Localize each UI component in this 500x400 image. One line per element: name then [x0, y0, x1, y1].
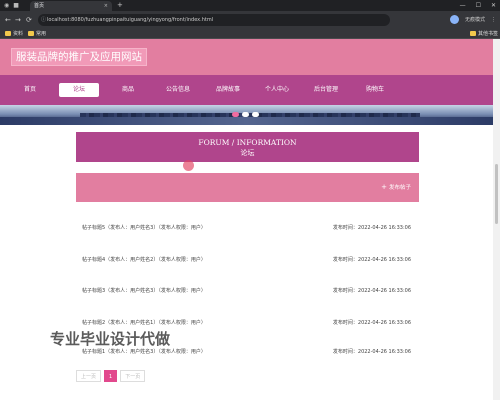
menu-icon[interactable]: ⋮ — [491, 17, 496, 23]
post-time: 发布时间：2022-04-26 16:33:06 — [332, 257, 411, 263]
post-time: 发布时间：2022-04-26 16:33:06 — [332, 225, 411, 231]
nav-brand-story[interactable]: 品牌故事 — [216, 75, 240, 105]
forum-post-row[interactable]: 帖子标题5（发布人：用户姓名3）（发布人权限：用户） 发布时间：2022-04-… — [76, 222, 419, 234]
profile-avatar[interactable] — [449, 15, 459, 24]
carousel-indicators — [232, 112, 259, 117]
tab-strip-icons: ◉ ■ — [4, 2, 19, 9]
profile-label[interactable]: 无痕模式 — [465, 16, 485, 23]
watermark-text: 专业毕业设计代做 — [50, 330, 171, 348]
nav-home[interactable]: 首页 — [24, 75, 36, 105]
publish-post-button[interactable]: + 发布帖子 — [381, 183, 411, 191]
bookmark-folder-2[interactable]: 常用 — [28, 29, 46, 39]
site-title: 服装品牌的推广及应用网站 — [11, 48, 147, 66]
address-bar-row: ← → ⟳ ⓘ localhost:8080/fuzhuangpinpaitui… — [0, 11, 500, 29]
new-tab-button[interactable]: + — [117, 1, 123, 10]
nav-admin[interactable]: 后台管理 — [314, 75, 338, 105]
maximize-icon[interactable]: ☐ — [476, 1, 481, 10]
bookmarks-bar: 资料 常用 其他书签 — [0, 29, 500, 39]
browser-tabbar: ◉ ■ 首页 × + — ☐ ✕ — [0, 0, 500, 11]
url-input[interactable]: ⓘ localhost:8080/fuzhuangpinpaituiguang/… — [38, 14, 390, 26]
main-nav: 首页 论坛 商品 公告信息 品牌故事 个人中心 后台管理 购物车 — [0, 75, 493, 105]
post-title[interactable]: 帖子标题4（发布人：用户姓名2）（发布人权限：用户） — [82, 254, 206, 266]
site-header: 服装品牌的推广及应用网站 — [0, 39, 493, 75]
forum-title-cn: 论坛 — [240, 149, 255, 157]
prev-page-button[interactable]: 上一页 — [76, 370, 102, 382]
post-title[interactable]: 帖子标题3（发布人：用户姓名3）（发布人权限：用户） — [82, 285, 206, 297]
minimize-icon[interactable]: — — [460, 1, 466, 10]
folder-icon — [470, 31, 476, 36]
page-viewport: 服装品牌的推广及应用网站 首页 论坛 商品 公告信息 品牌故事 个人中心 后台管… — [0, 39, 493, 400]
url-text: localhost:8080/fuzhuangpinpaituiguang/yi… — [47, 17, 214, 23]
banner-water — [0, 117, 493, 125]
plus-icon: + — [381, 183, 387, 191]
close-window-icon[interactable]: ✕ — [491, 1, 496, 10]
back-icon[interactable]: ← — [5, 16, 11, 24]
carousel-dot[interactable] — [232, 112, 239, 117]
folder-icon — [5, 31, 11, 36]
carousel-dot[interactable] — [242, 112, 249, 117]
post-time: 发布时间：2022-04-26 16:33:06 — [332, 320, 411, 326]
forum-header: FORUM / INFORMATION 论坛 — [76, 132, 419, 162]
publish-post-label: 发布帖子 — [388, 185, 411, 191]
tab-search-icon[interactable]: ◉ — [4, 2, 9, 9]
post-title[interactable]: 帖子标题5（发布人：用户姓名3）（发布人权限：用户） — [82, 222, 206, 234]
tab-title: 首页 — [34, 3, 45, 9]
post-time: 发布时间：2022-04-26 16:33:06 — [332, 349, 411, 355]
browser-tab[interactable]: 首页 × — [30, 1, 112, 11]
nav-products[interactable]: 商品 — [122, 75, 134, 105]
forward-icon[interactable]: → — [15, 16, 21, 24]
workspace-icon[interactable]: ■ — [13, 2, 19, 9]
bookmark-label: 常用 — [36, 31, 47, 37]
nav-announcements[interactable]: 公告信息 — [166, 75, 190, 105]
reload-icon[interactable]: ⟳ — [26, 16, 32, 24]
carousel-dot[interactable] — [252, 112, 259, 117]
next-page-button[interactable]: 下一页 — [120, 370, 146, 382]
nav-user-center[interactable]: 个人中心 — [265, 75, 289, 105]
banner-carousel — [0, 105, 493, 125]
page-1-button[interactable]: 1 — [104, 370, 118, 382]
nav-forum[interactable]: 论坛 — [59, 83, 99, 97]
tab-close-icon[interactable]: × — [104, 1, 108, 11]
forum-title-en: FORUM / INFORMATION — [198, 138, 297, 147]
post-time: 发布时间：2022-04-26 16:33:06 — [332, 288, 411, 294]
bookmark-label: 资料 — [13, 31, 24, 37]
forum-post-row[interactable]: 帖子标题4（发布人：用户姓名2）（发布人权限：用户） 发布时间：2022-04-… — [76, 254, 419, 266]
info-icon[interactable]: ⓘ — [41, 14, 46, 26]
page-scrollbar[interactable] — [493, 39, 500, 400]
other-bookmarks[interactable]: 其他书签 — [470, 29, 498, 39]
mouse-cursor-highlight — [183, 160, 194, 171]
forum-post-row[interactable]: 帖子标题3（发布人：用户姓名3）（发布人权限：用户） 发布时间：2022-04-… — [76, 285, 419, 297]
scrollbar-thumb[interactable] — [495, 164, 498, 224]
other-bookmarks-label: 其他书签 — [478, 31, 499, 37]
nav-cart[interactable]: 购物车 — [366, 75, 384, 105]
pagination: 上一页 1 下一页 — [76, 370, 146, 382]
post-action-bar: + 发布帖子 — [76, 173, 419, 202]
toolbar-right: 无痕模式 ⋮ — [449, 15, 496, 24]
window-controls: — ☐ ✕ — [460, 1, 496, 10]
folder-icon — [28, 31, 34, 36]
bookmark-folder-1[interactable]: 资料 — [5, 29, 23, 39]
